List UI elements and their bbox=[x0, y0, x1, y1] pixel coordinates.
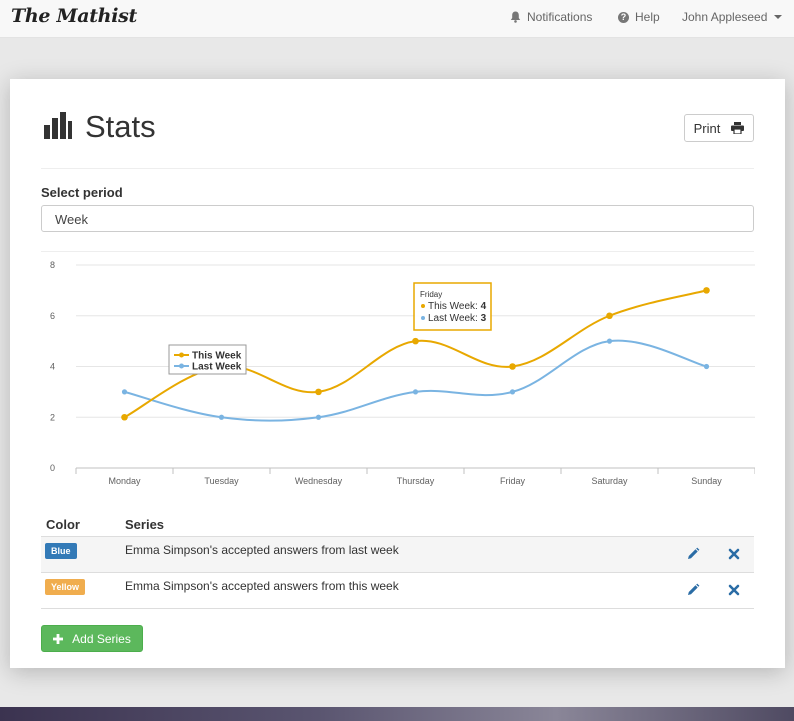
navbar: The Mathist Notifications ? Help John Ap… bbox=[0, 0, 794, 38]
bell-icon bbox=[510, 11, 521, 23]
data-point bbox=[121, 389, 128, 395]
bar-chart-icon bbox=[44, 112, 72, 139]
remove-icon[interactable] bbox=[727, 547, 741, 561]
legend-label: This Week bbox=[192, 351, 242, 362]
y-tick-label: 2 bbox=[50, 412, 55, 422]
data-point bbox=[606, 312, 613, 320]
nav-help-label: Help bbox=[635, 10, 660, 24]
x-tick-label: Saturday bbox=[591, 476, 628, 486]
background-image bbox=[0, 707, 794, 721]
pencil-icon[interactable] bbox=[686, 547, 700, 561]
series-name: Emma Simpson's accepted answers from las… bbox=[125, 543, 399, 557]
user-name: John Appleseed bbox=[682, 10, 768, 24]
data-point bbox=[509, 363, 516, 370]
data-point bbox=[315, 388, 322, 396]
pencil-icon[interactable] bbox=[686, 583, 700, 597]
brand-logo[interactable]: The Mathist bbox=[11, 5, 137, 27]
data-point bbox=[509, 389, 516, 395]
x-tick-label: Sunday bbox=[691, 476, 722, 486]
add-series-label: Add Series bbox=[72, 631, 131, 646]
y-tick-label: 8 bbox=[50, 260, 55, 270]
legend-swatch-dot bbox=[179, 363, 184, 369]
data-point bbox=[121, 413, 128, 421]
column-header-series: Series bbox=[125, 517, 165, 532]
nav-help[interactable]: ? Help bbox=[618, 10, 660, 24]
column-header-color: Color bbox=[46, 517, 80, 532]
divider bbox=[41, 168, 754, 169]
x-tick-label: Wednesday bbox=[295, 476, 343, 486]
user-menu[interactable]: John Appleseed bbox=[682, 10, 783, 24]
nav-notifications-label: Notifications bbox=[527, 10, 593, 24]
series-table-header: Color Series bbox=[41, 516, 754, 537]
data-point bbox=[412, 389, 419, 395]
legend-label: Last Week bbox=[192, 362, 242, 373]
data-point bbox=[606, 338, 613, 344]
data-point bbox=[703, 287, 710, 294]
tooltip-marker bbox=[421, 316, 425, 320]
tooltip-line: This Week: 4 bbox=[428, 301, 487, 312]
table-row: Yellow Emma Simpson's accepted answers f… bbox=[41, 573, 754, 609]
tooltip-marker bbox=[421, 304, 425, 308]
chart-tooltip: Friday This Week: 4Last Week: 3 bbox=[413, 282, 492, 331]
help-icon: ? bbox=[618, 11, 629, 23]
divider bbox=[41, 251, 754, 252]
page-title: Stats bbox=[85, 109, 156, 144]
series-name: Emma Simpson's accepted answers from thi… bbox=[125, 579, 399, 593]
x-tick-label: Thursday bbox=[397, 476, 435, 486]
y-tick-label: 6 bbox=[50, 311, 55, 321]
nav-notifications[interactable]: Notifications bbox=[510, 10, 592, 24]
tooltip-line: Last Week: 3 bbox=[428, 313, 487, 324]
caret-down-icon bbox=[774, 15, 783, 19]
plus-icon bbox=[53, 633, 64, 644]
data-point bbox=[218, 414, 225, 420]
x-tick-label: Tuesday bbox=[204, 476, 239, 486]
x-tick-label: Monday bbox=[108, 476, 141, 486]
table-row: Blue Emma Simpson's accepted answers fro… bbox=[41, 537, 754, 573]
chart-legend: This WeekLast Week bbox=[168, 344, 247, 375]
data-point bbox=[315, 414, 322, 420]
print-button[interactable]: Print bbox=[684, 114, 754, 142]
data-point bbox=[703, 363, 710, 370]
x-tick-label: Friday bbox=[500, 476, 526, 486]
period-select[interactable]: Week bbox=[41, 205, 754, 232]
data-point bbox=[412, 337, 419, 345]
tooltip-header: Friday bbox=[420, 290, 442, 299]
printer-icon bbox=[731, 122, 745, 134]
remove-icon[interactable] bbox=[727, 583, 741, 597]
y-tick-label: 4 bbox=[50, 362, 55, 372]
y-tick-label: 0 bbox=[50, 463, 55, 473]
add-series-button[interactable]: Add Series bbox=[41, 625, 143, 652]
print-button-label: Print bbox=[693, 120, 721, 136]
color-badge: Yellow bbox=[45, 579, 86, 595]
stats-panel: Stats Print Select period Week 0 2 4 6 8 Mond… bbox=[10, 79, 785, 668]
legend-swatch-dot bbox=[179, 352, 184, 358]
stats-chart: 0 2 4 6 8 Monday Tuesday Wednesday Thursday Frida… bbox=[50, 260, 755, 486]
period-label: Select period bbox=[41, 185, 123, 200]
color-badge: Blue bbox=[45, 543, 77, 559]
